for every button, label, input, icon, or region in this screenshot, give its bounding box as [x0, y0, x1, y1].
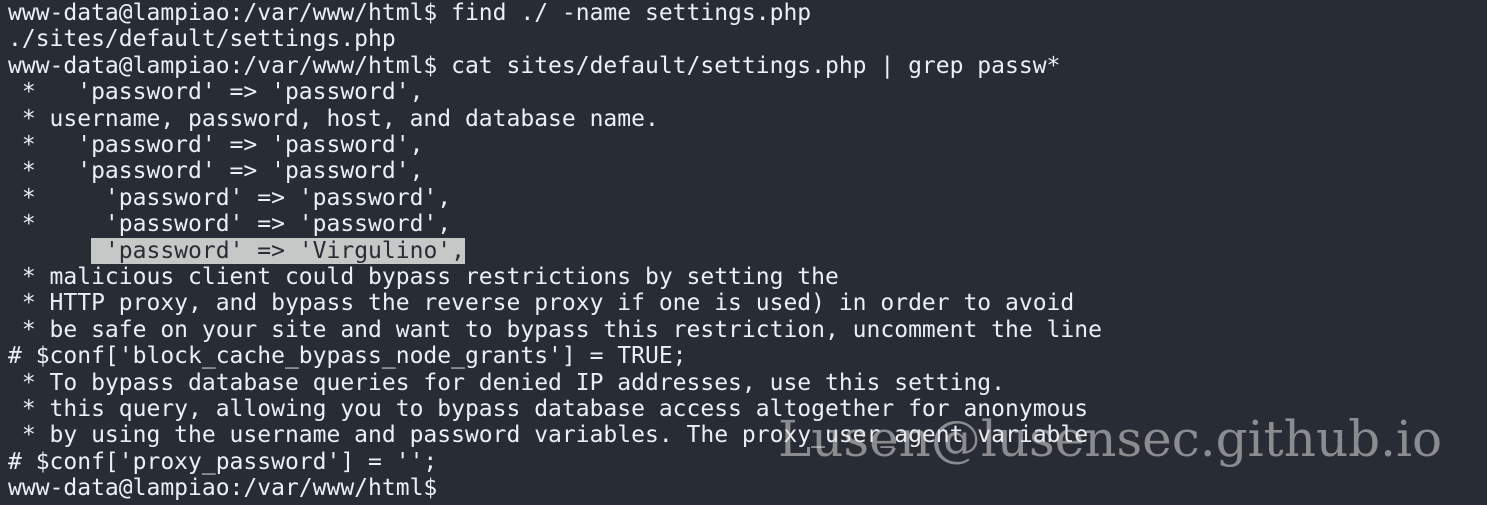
- terminal-line: * 'password' => 'password',: [8, 132, 424, 158]
- selected-password-value: 'password' => 'Virgulino',: [104, 237, 465, 264]
- terminal-line: * malicious client could bypass restrict…: [8, 264, 839, 290]
- terminal-line: # $conf['proxy_password'] = '';: [8, 448, 438, 475]
- terminal-line-highlighted: 'password' => 'Virgulino',: [8, 237, 465, 264]
- terminal-line: * 'password' => 'password',: [8, 79, 424, 106]
- terminal-line: * 'password' => 'password',: [8, 158, 424, 185]
- terminal-line: * To bypass database queries for denied …: [8, 369, 1005, 396]
- selected-password-text[interactable]: 'password' => 'Virgulino',: [91, 237, 465, 264]
- terminal-line: * HTTP proxy, and bypass the reverse pro…: [8, 290, 1075, 317]
- terminal-window[interactable]: www-data@lampiao:/var/www/html$ find ./ …: [0, 0, 1487, 505]
- terminal-line: www-data@lampiao:/var/www/html$ cat site…: [8, 52, 1061, 79]
- terminal-line: ./sites/default/settings.php: [8, 26, 396, 53]
- terminal-line: www-data@lampiao:/var/www/html$ find ./ …: [8, 0, 812, 26]
- terminal-prompt: www-data@lampiao:/var/www/html$: [8, 475, 438, 502]
- terminal-line: * be safe on your site and want to bypas…: [8, 316, 1102, 343]
- terminal-line: * username, password, host, and database…: [8, 105, 659, 132]
- terminal-line: * by using the username and password var…: [8, 422, 1089, 449]
- terminal-line: * 'password' => 'password',: [8, 184, 452, 211]
- terminal-line: * 'password' => 'password',: [8, 211, 452, 238]
- terminal-line: * this query, allowing you to bypass dat…: [8, 396, 1089, 422]
- terminal-line: # $conf['block_cache_bypass_node_grants'…: [8, 343, 687, 370]
